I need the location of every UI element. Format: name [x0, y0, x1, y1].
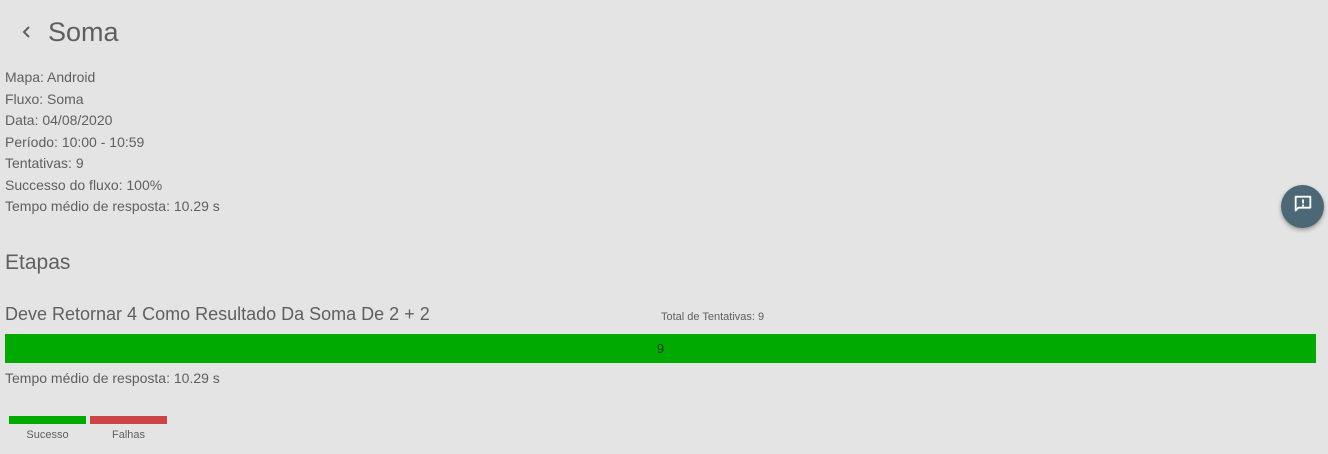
step-avg-response: Tempo médio de resposta: 10.29 s [5, 370, 220, 386]
info-date: Data: 04/08/2020 [5, 112, 113, 128]
step-progress-bar: 9 [5, 334, 1316, 363]
total-attempts-label: Total de Tentativas: 9 [661, 311, 765, 323]
legend-item-success: Sucesso [9, 416, 86, 442]
info-avg-response: Tempo médio de resposta: 10.29 s [5, 198, 220, 214]
legend-item-failures: Falhas [90, 416, 167, 442]
info-map: Mapa: Android [5, 69, 96, 85]
step-title: Deve Retornar 4 Como Resultado Da Soma D… [5, 304, 430, 324]
legend-label-success: Sucesso [26, 429, 69, 441]
legend-label-failures: Falhas [111, 429, 146, 441]
legend-swatch-success [9, 416, 86, 424]
page-header: Soma [0, 0, 1328, 64]
feedback-icon [1292, 193, 1314, 220]
flow-info: Mapa: Android Fluxo: Soma Data: 04/08/20… [5, 67, 220, 218]
section-title-etapas: Etapas [5, 251, 71, 274]
info-attempts: Tentativas: 9 [5, 155, 84, 171]
page-title: Soma [48, 17, 119, 47]
chevron-left-icon[interactable] [14, 20, 38, 44]
success-count: 9 [656, 341, 665, 356]
info-flow-success: Successo do fluxo: 100% [5, 176, 163, 193]
legend-swatch-failures [90, 416, 167, 424]
feedback-button[interactable] [1281, 185, 1324, 228]
info-flow: Fluxo: Soma [5, 90, 84, 107]
info-period: Período: 10:00 - 10:59 [5, 133, 145, 150]
